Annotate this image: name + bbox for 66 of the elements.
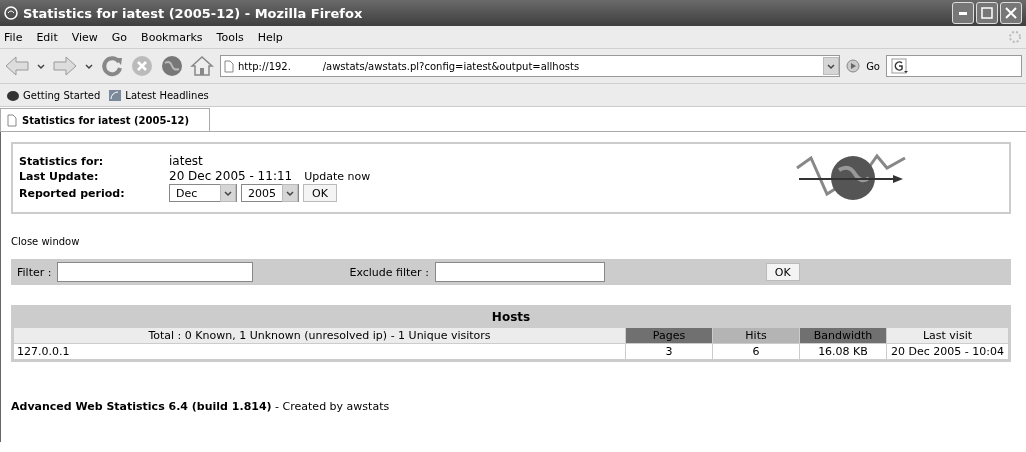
column-header: Pages — [626, 328, 712, 343]
menu-item[interactable]: View — [71, 30, 98, 44]
caret-icon — [223, 188, 233, 198]
table-header: Total : 0 Known, 1 Unknown (unresolved ip) - 1 Unique visitors — [14, 328, 625, 343]
page-icon — [224, 59, 234, 73]
page-icon — [7, 113, 17, 127]
table-cell: 16.08 KB — [800, 344, 886, 359]
caret-icon[interactable] — [84, 61, 94, 71]
year-dropdown[interactable]: 2005 — [241, 184, 299, 202]
table-title: Hosts — [490, 309, 532, 326]
search-engine-icon[interactable] — [891, 58, 909, 74]
exclude-filter-field[interactable] — [434, 262, 605, 282]
address-field[interactable]: http://192. /awstats/awstats.pl?config=iatest&output=allhosts — [220, 55, 841, 77]
month-dropdown[interactable]: Dec — [169, 184, 237, 202]
rss-feed-icon — [108, 88, 123, 102]
home-icon[interactable] — [190, 54, 214, 78]
minimize-button[interactable] — [952, 2, 974, 24]
field-label: Reported period: — [19, 186, 126, 200]
back-arrow-icon[interactable] — [4, 55, 30, 77]
filter-label: Filter : — [17, 265, 52, 279]
menu-item[interactable]: Tools — [216, 30, 244, 44]
menu-item[interactable]: Edit — [36, 30, 58, 44]
tab[interactable]: Statistics for iatest (2005-12) — [0, 108, 211, 131]
throbber-icon — [1008, 30, 1022, 44]
menu-item[interactable]: File — [4, 30, 23, 44]
table-cell: 3 — [626, 344, 712, 359]
maximize-button[interactable] — [976, 2, 998, 24]
table-cell: 6 — [713, 344, 799, 359]
caret-icon — [285, 188, 295, 198]
browser-logo-icon — [4, 6, 18, 20]
dropdown-button[interactable] — [823, 57, 840, 75]
close-window-link[interactable]: Close window — [11, 236, 1020, 247]
column-header: Hits — [713, 328, 799, 343]
column-header: Bandwidth — [800, 328, 886, 343]
bookmark-link[interactable]: Latest Headlines — [108, 88, 209, 102]
menu-item[interactable]: Go — [111, 30, 128, 44]
ok-button[interactable]: OK — [303, 184, 337, 202]
minimize-icon — [959, 11, 967, 15]
globe-icon[interactable] — [160, 54, 184, 78]
exclude-filter-label: Exclude filter : — [349, 265, 429, 279]
field-label: Statistics for: — [19, 154, 105, 168]
bookmark-link[interactable]: Getting Started — [6, 88, 101, 102]
go-button[interactable]: Go — [866, 60, 880, 72]
forward-arrow-icon[interactable] — [52, 55, 78, 77]
caret-icon — [826, 61, 837, 71]
window-title: Statistics for iatest (2005-12) - Mozilla Firefox — [23, 5, 364, 21]
close-button[interactable] — [1000, 2, 1022, 24]
table-cell: 127.0.0.1 — [14, 344, 625, 359]
reload-icon[interactable] — [100, 54, 124, 78]
column-header: Last visit — [887, 328, 1008, 343]
footer-text: Advanced Web Statistics 6.4 (build 1.814) - Created by awstats — [11, 400, 391, 413]
filter-field[interactable] — [57, 262, 254, 282]
field-label: Last Update: — [19, 169, 100, 183]
ok-button[interactable]: OK — [765, 263, 800, 281]
caret-icon[interactable] — [36, 61, 46, 71]
field-value: iatest — [169, 154, 204, 168]
field-value: 20 Dec 2005 - 11:11 — [169, 169, 293, 183]
menu-item[interactable]: Bookmarks — [141, 30, 203, 44]
menu-item[interactable]: Help — [257, 30, 283, 44]
table-cell: 20 Dec 2005 - 10:04 — [887, 344, 1008, 359]
go-icon[interactable] — [846, 59, 861, 73]
update-link[interactable]: Update now — [304, 169, 371, 183]
stop-icon[interactable] — [130, 54, 154, 78]
maximize-icon — [981, 7, 993, 19]
search-field[interactable] — [886, 55, 1022, 77]
close-icon — [1005, 7, 1017, 19]
